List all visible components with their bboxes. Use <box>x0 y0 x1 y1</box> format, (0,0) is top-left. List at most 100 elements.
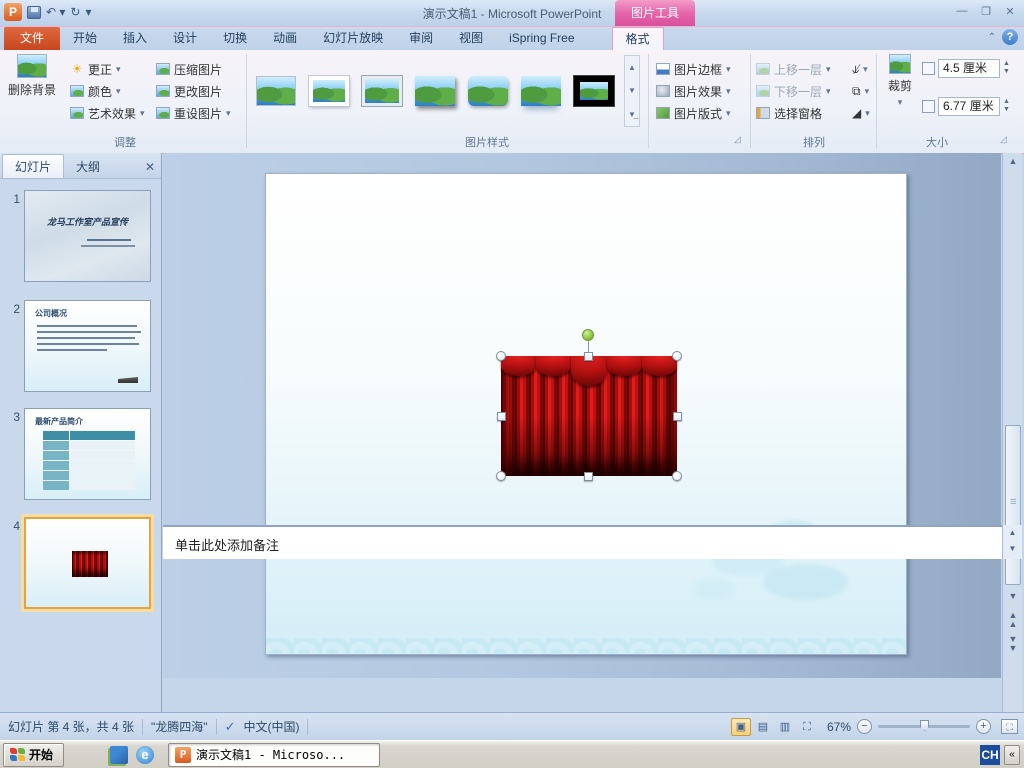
tab-review[interactable]: 审阅 <box>396 27 446 50</box>
picture-style-option[interactable] <box>570 59 618 123</box>
picture-layout-button[interactable]: 图片版式 ▾ <box>656 102 731 124</box>
notes-scrollbar[interactable]: ▲ ▼ <box>1002 525 1022 559</box>
zoom-out-icon[interactable]: − <box>857 719 872 734</box>
curtain-picture[interactable] <box>501 356 678 476</box>
crop-button[interactable]: 裁剪 ▾ <box>882 50 918 108</box>
start-button[interactable]: 开始 <box>3 742 65 767</box>
taskbar-task-powerpoint[interactable]: P 演示文稿1 - Microso... <box>168 742 381 767</box>
height-input[interactable]: 4.5 厘米 <box>938 58 1000 78</box>
width-stepper[interactable]: ▲ ▼ <box>1003 98 1010 114</box>
theme-name[interactable]: "龙腾四海" <box>151 718 208 735</box>
picture-style-option[interactable] <box>464 59 512 123</box>
curtain-image-thumbnail <box>72 551 108 577</box>
styles-dialog-launcher-icon[interactable]: ◿ <box>734 134 741 145</box>
picture-style-option[interactable] <box>358 59 406 123</box>
compress-picture-button[interactable]: 压缩图片 <box>156 58 231 80</box>
resize-handle-w[interactable] <box>497 412 506 421</box>
zoom-percentage[interactable]: 67% <box>827 720 851 734</box>
zoom-slider[interactable] <box>878 720 970 731</box>
picture-layout-icon <box>656 107 670 119</box>
show-desktop-icon[interactable] <box>110 745 129 764</box>
tab-ispring[interactable]: iSpring Free <box>496 27 587 50</box>
tab-transitions[interactable]: 切换 <box>210 27 260 50</box>
reset-picture-button[interactable]: 重设图片 ▾ <box>156 102 231 124</box>
change-picture-button[interactable]: 更改图片 <box>156 80 231 102</box>
vertical-scrollbar[interactable]: ▲ ▼ ▲▲ ▼▼ <box>1002 153 1022 712</box>
slide-canvas[interactable] <box>265 173 907 655</box>
corrections-button[interactable]: ☀ 更正 ▾ <box>70 58 145 80</box>
rotate-handle[interactable] <box>582 329 594 341</box>
language-bar-ch[interactable]: CH <box>980 744 1000 765</box>
color-button[interactable]: 颜色 ▾ <box>70 80 145 102</box>
width-input[interactable]: 6.77 厘米 <box>938 96 1000 116</box>
zoom-slider-handle[interactable] <box>920 720 929 731</box>
tab-animations[interactable]: 动画 <box>260 27 310 50</box>
artistic-effects-button[interactable]: 艺术效果 ▾ <box>70 102 145 124</box>
slide-editing-area[interactable] <box>163 153 1001 678</box>
language-indicator[interactable]: 中文(中国) <box>243 718 299 735</box>
resize-handle-s[interactable] <box>584 472 593 481</box>
zoom-in-icon[interactable]: + <box>976 719 991 734</box>
resize-handle-e[interactable] <box>673 412 682 421</box>
picture-style-option[interactable] <box>517 59 565 123</box>
previous-slide-icon[interactable]: ▲ ▲ <box>1004 611 1022 629</box>
picture-style-option[interactable] <box>411 59 459 123</box>
picture-effects-button[interactable]: 图片效果 ▾ <box>656 80 731 102</box>
scroll-up-icon[interactable]: ▲ <box>1004 156 1022 166</box>
slide-thumbnail-2[interactable]: 公司概况 <box>24 300 151 392</box>
restore-button[interactable]: ❐ <box>978 5 994 18</box>
height-stepper[interactable]: ▲ ▼ <box>1003 60 1010 76</box>
close-panel-icon[interactable]: ✕ <box>145 160 155 174</box>
slide-thumbnail-3[interactable]: 最新产品简介 <box>24 408 151 500</box>
internet-explorer-icon[interactable]: e <box>136 745 155 764</box>
selection-pane-button[interactable]: 选择窗格 <box>756 102 831 124</box>
resize-handle-se[interactable] <box>672 471 682 481</box>
picture-border-button[interactable]: 图片边框 ▾ <box>656 58 731 80</box>
scrollbar-thumb[interactable] <box>1005 425 1021 585</box>
slide-thumbnail-4-selected[interactable] <box>24 517 151 609</box>
help-icon[interactable]: ? <box>1002 29 1018 45</box>
spellcheck-icon[interactable]: ✓ <box>225 719 236 735</box>
notes-pane[interactable]: 单击此处添加备注 <box>163 525 1002 559</box>
tab-slides-thumbnails[interactable]: 幻灯片 <box>2 154 65 178</box>
gallery-scroll-down-icon[interactable]: ▼ <box>625 79 639 102</box>
gallery-more-icon[interactable]: ▼̲ <box>625 103 639 126</box>
tab-file[interactable]: 文件 <box>4 27 61 50</box>
notes-scroll-down-icon[interactable]: ▼ <box>1003 541 1022 557</box>
slide-sorter-icon[interactable]: ▤ <box>753 718 773 736</box>
next-slide-icon[interactable]: ▼ ▼ <box>1004 635 1022 653</box>
size-dialog-launcher-icon[interactable]: ◿ <box>1000 134 1007 145</box>
fit-to-window-icon[interactable]: ⛶ <box>1001 719 1018 734</box>
rotate-button[interactable]: ◢ ▾ <box>852 102 870 124</box>
slide-thumbnail-1[interactable]: 龙马工作室产品宣传 <box>24 190 151 282</box>
resize-handle-sw[interactable] <box>496 471 506 481</box>
resize-handle-nw[interactable] <box>496 351 506 361</box>
minimize-button[interactable]: — <box>954 5 970 18</box>
align-button[interactable]: ⫝̸ ▾ <box>852 58 870 80</box>
group-button[interactable]: ⧉ ▾ <box>852 80 870 102</box>
tab-view[interactable]: 视图 <box>446 27 496 50</box>
normal-view-icon[interactable]: ▣ <box>730 717 751 736</box>
tab-outline[interactable]: 大纲 <box>64 155 112 178</box>
picture-style-option[interactable] <box>252 59 300 123</box>
reset-picture-icon <box>156 107 170 119</box>
tab-home[interactable]: 开始 <box>60 27 110 50</box>
minimize-ribbon-icon[interactable]: ⌃ <box>988 32 996 43</box>
collapse-tray-icon[interactable]: « <box>1004 744 1020 765</box>
tab-format[interactable]: 格式 <box>611 27 664 50</box>
resize-handle-ne[interactable] <box>672 351 682 361</box>
gallery-scroll-up-icon[interactable]: ▲ <box>625 56 639 79</box>
close-button[interactable]: ✕ <box>1002 5 1018 18</box>
reading-view-icon[interactable]: ▥ <box>775 718 795 736</box>
tab-design[interactable]: 设计 <box>160 27 210 50</box>
remove-background-button[interactable]: 删除背景 <box>4 50 60 98</box>
picture-style-option[interactable] <box>305 59 353 123</box>
picture-styles-gallery <box>252 55 622 127</box>
tab-insert[interactable]: 插入 <box>110 27 160 50</box>
notes-scroll-up-icon[interactable]: ▲ <box>1003 525 1022 541</box>
scroll-down-icon[interactable]: ▼ <box>1004 591 1022 601</box>
slideshow-icon[interactable]: ⛶ <box>797 718 817 736</box>
taskbar: 开始 e P 演示文稿1 - Microso... CH « <box>0 740 1024 768</box>
tab-slideshow[interactable]: 幻灯片放映 <box>310 27 396 50</box>
resize-handle-n[interactable] <box>584 352 593 361</box>
